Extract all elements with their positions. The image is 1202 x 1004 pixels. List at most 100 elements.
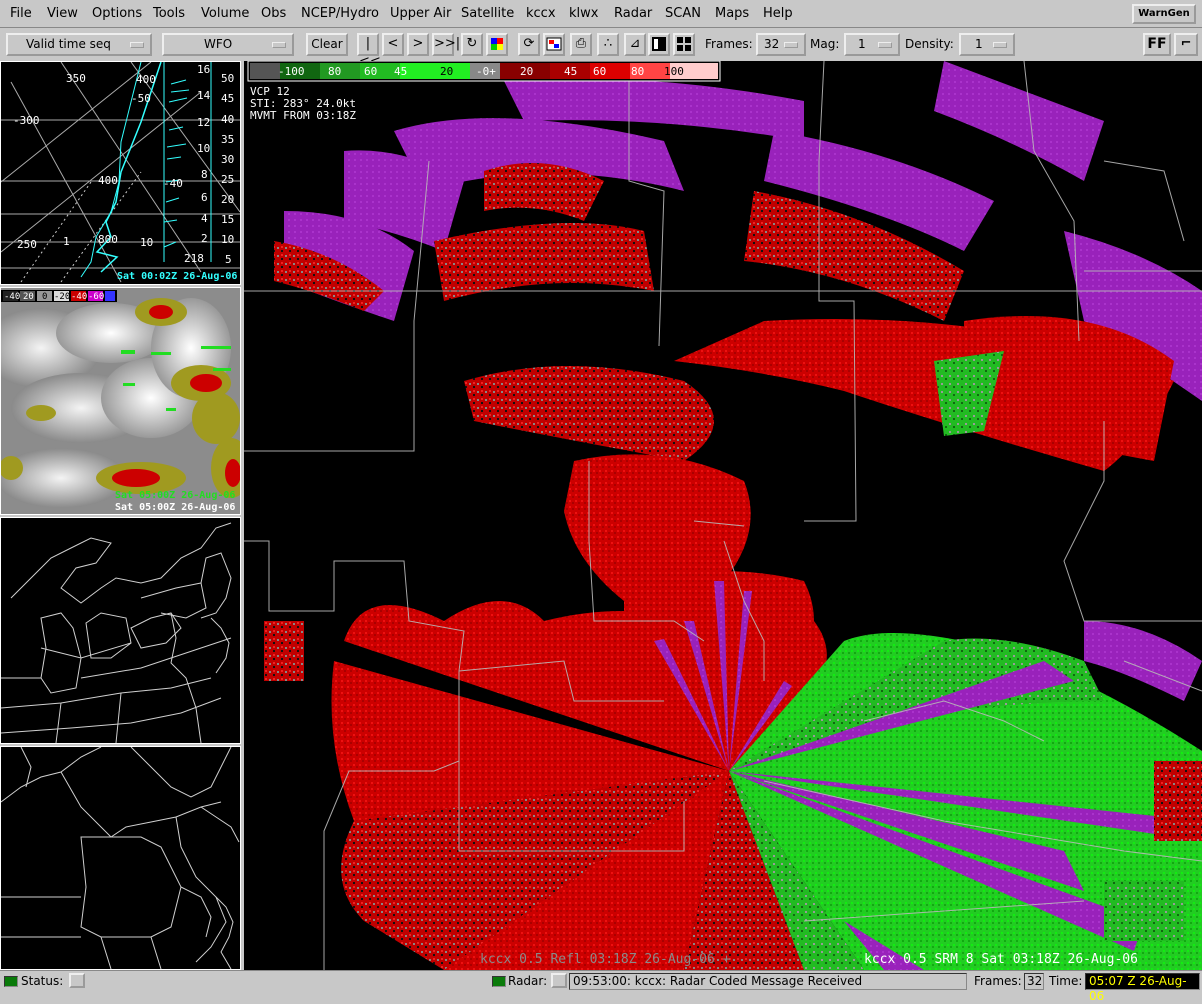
colorbar-label: -100 — [278, 65, 305, 78]
menu-tools[interactable]: Tools — [153, 6, 185, 21]
skewt-height-label: 4 — [201, 212, 208, 225]
skewt-height-label: 2 — [201, 232, 208, 245]
dropdown-indicator-icon — [993, 42, 1007, 48]
sat-legend-label: -20 — [54, 292, 70, 302]
last-frame-button[interactable]: >>| — [432, 33, 460, 56]
mag-label: Mag: — [810, 37, 840, 51]
northeast-map-pane[interactable] — [0, 517, 241, 744]
menu-volume[interactable]: Volume — [201, 6, 249, 21]
four-panel-button[interactable] — [673, 33, 695, 56]
menu-bar: File View Options Tools Volume Obs NCEP/… — [0, 0, 1202, 28]
toolbar: Valid time seq WFO Clear |<< < > >>| ↻ ⟳… — [0, 29, 1202, 69]
baseline-button[interactable]: ⊿ — [624, 33, 646, 56]
menu-klwx[interactable]: klwx — [569, 6, 598, 21]
refresh-button[interactable]: ⟳ — [518, 33, 540, 56]
srm-legend: kccx 0.5 SRM 8 Sat 03:18Z 26-Aug-06 — [864, 952, 1138, 967]
northeast-map — [1, 522, 232, 743]
clear-button[interactable]: Clear — [306, 33, 348, 56]
skewt-pressure-label: 1 — [63, 235, 70, 248]
step-back-button[interactable]: < — [382, 33, 404, 56]
colorbar-label: 100 — [664, 65, 684, 78]
time-mode-dropdown[interactable]: Valid time seq — [6, 33, 152, 56]
skewt-pressure-label: 250 — [17, 238, 37, 251]
status-frames-value: 32 — [1024, 973, 1044, 990]
skewt-pane[interactable]: 350 400 -300 400 250 800 1 -50 -40 10 16… — [0, 61, 241, 285]
colorbar-label: 45 — [394, 65, 407, 78]
menu-radar[interactable]: Radar — [614, 6, 652, 21]
menu-view[interactable]: View — [47, 6, 78, 21]
dropdown-indicator-icon — [784, 42, 798, 48]
skewt-height-label: 12 — [197, 116, 210, 129]
menu-satellite[interactable]: Satellite — [461, 6, 514, 21]
mag-dropdown[interactable]: 1 — [844, 33, 900, 56]
dropdown-indicator-icon — [878, 42, 892, 48]
hyperlink-icon: ⌐ — [1180, 36, 1192, 51]
skewt-height-label: 14 — [197, 89, 211, 102]
skewt-temp-label: -40 — [163, 177, 183, 190]
loop-button[interactable]: ↻ — [461, 33, 483, 56]
menu-maps[interactable]: Maps — [715, 6, 749, 21]
single-panel-button[interactable] — [648, 33, 670, 56]
reflectivity-legend: kccx 0.5 Refl 03:18Z 26-Aug-06 + — [480, 952, 731, 967]
step-forward-button[interactable]: > — [407, 33, 429, 56]
scale-dropdown[interactable]: WFO — [162, 33, 294, 56]
skewt-height-label: 6 — [201, 191, 208, 204]
image-properties-button[interactable] — [543, 33, 565, 56]
hyperlink-button[interactable]: ⌐ — [1174, 33, 1198, 56]
status-time-value: 05:07 Z 26-Aug-06 — [1085, 973, 1200, 1003]
baseline-icon: ⊿ — [629, 36, 641, 51]
skewt-right-label: 20 — [221, 193, 234, 206]
colorbar-label: 20 — [440, 65, 453, 78]
radar-display[interactable]: -100 80 60 45 20 -0+ 20 45 60 80 100 VCP… — [244, 61, 1202, 970]
colorbar-label: 60 — [364, 65, 377, 78]
skewt-height-label: 10 — [197, 142, 210, 155]
menu-upper-air[interactable]: Upper Air — [390, 6, 451, 21]
menu-help[interactable]: Help — [763, 6, 793, 21]
menu-options[interactable]: Options — [92, 6, 142, 21]
scale-value: WFO — [204, 37, 233, 51]
radar-srm-image: -100 80 60 45 20 -0+ 20 45 60 80 100 VCP… — [244, 61, 1202, 970]
print-button[interactable]: ⎙ — [570, 33, 592, 56]
status-toggle-button[interactable] — [69, 973, 85, 988]
skewt-height-label: 8 — [201, 168, 208, 181]
skewt-temp-label: -50 — [131, 92, 151, 105]
skewt-time-label: Sat 00:02Z 26-Aug-06 — [117, 271, 237, 282]
colorbar-label: 45 — [564, 65, 577, 78]
skewt-right-label: 15 — [221, 213, 234, 226]
satellite-image: -40 20 0 -20 -40 -60 Sat 05:00Z 26-Aug-0… — [1, 288, 240, 514]
density-dropdown[interactable]: 1 — [959, 33, 1015, 56]
frames-label: Frames: — [705, 37, 753, 51]
mid-atlantic-map-pane[interactable] — [0, 746, 241, 970]
points-button[interactable]: ∴ — [597, 33, 619, 56]
sat-legend-label: -60 — [88, 292, 104, 302]
ff-button[interactable]: FF — [1143, 33, 1171, 56]
menu-scan[interactable]: SCAN — [665, 6, 701, 21]
color-table-button[interactable] — [486, 33, 508, 56]
first-frame-button[interactable]: |<< — [357, 33, 381, 69]
skewt-right-label: 45 — [221, 92, 234, 105]
step-forward-icon: > — [412, 36, 424, 51]
sat-legend-label: 0 — [42, 292, 47, 302]
density-label: Density: — [905, 37, 954, 51]
skewt-right-label: 25 — [221, 173, 234, 186]
menu-kccx[interactable]: kccx — [526, 6, 556, 21]
skewt-right-label: 35 — [221, 133, 234, 146]
skewt-right-label: 40 — [221, 113, 234, 126]
movement-time-label: MVMT FROM 03:18Z — [250, 109, 356, 122]
image-properties-icon — [546, 37, 562, 51]
frames-dropdown[interactable]: 32 — [756, 33, 806, 56]
menu-obs[interactable]: Obs — [261, 6, 286, 21]
menu-ncep-hydro[interactable]: NCEP/Hydro — [301, 6, 379, 21]
satellite-pane[interactable]: -40 20 0 -20 -40 -60 Sat 05:00Z 26-Aug-0… — [0, 287, 241, 515]
radar-toggle-button[interactable] — [551, 973, 567, 988]
radar-led-icon — [492, 976, 506, 987]
menu-file[interactable]: File — [10, 6, 32, 21]
skewt-diagram: 350 400 -300 400 250 800 1 -50 -40 10 16… — [1, 62, 240, 283]
status-label: Status: — [21, 974, 64, 988]
skewt-pressure-label: 400 — [136, 73, 156, 86]
skewt-right-label: 10 — [221, 233, 234, 246]
last-frame-icon: >>| — [434, 36, 461, 51]
warngen-button[interactable]: WarnGen — [1132, 4, 1196, 24]
skewt-bottom-label: 218 — [184, 252, 204, 265]
sat-legend-label: -40 — [71, 292, 87, 302]
